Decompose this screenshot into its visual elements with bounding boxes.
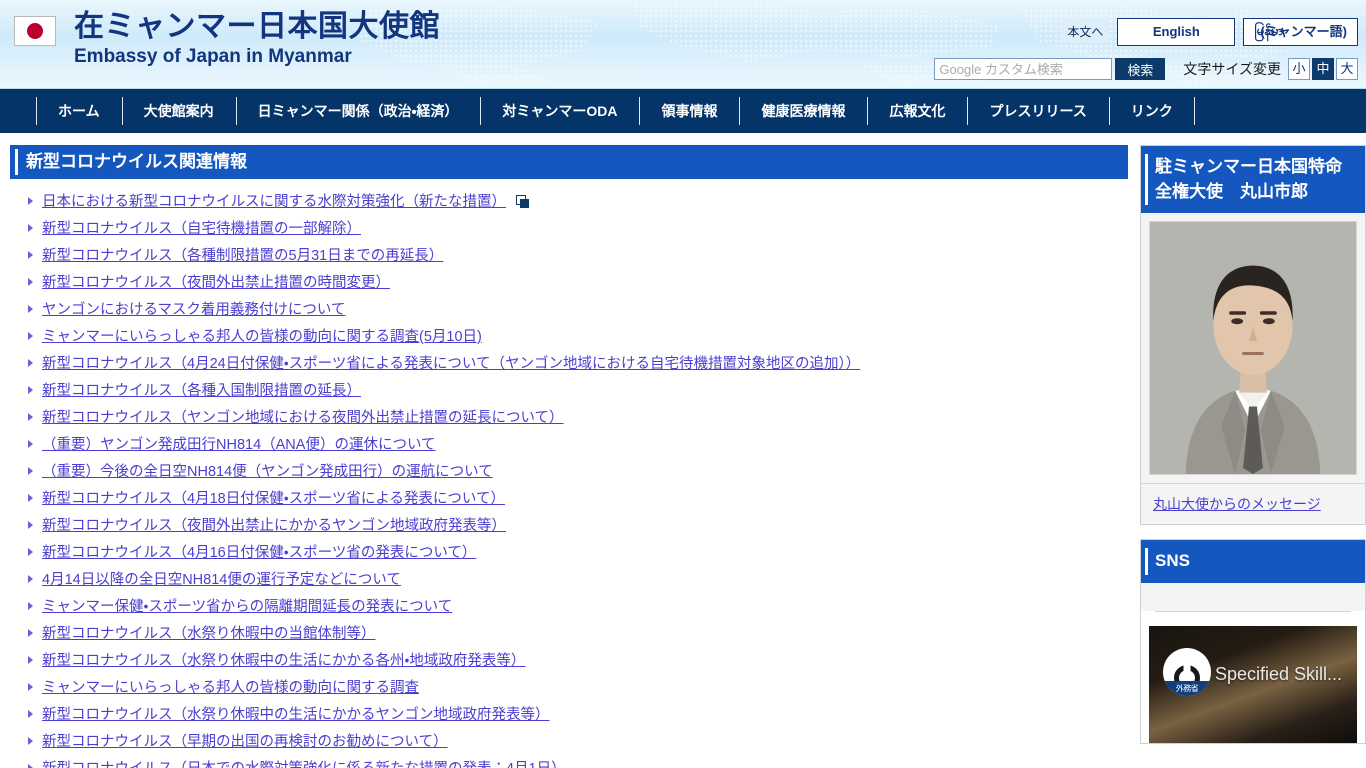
list-item: 日本における新型コロナウイルスに関する水際対策強化（新たな措置） (28, 193, 1128, 211)
main-content: 新型コロナウイルス関連情報 日本における新型コロナウイルスに関する水際対策強化（… (10, 145, 1128, 768)
header-utility-row-top: 本文へ English မြန်မာ (ミャンマー語) (1061, 18, 1358, 46)
list-item: 新型コロナウイルス（日本での水際対策強化に係る新たな措置の発表：4月1日） (28, 760, 1128, 768)
search-button[interactable]: 検索 (1115, 58, 1166, 80)
covid-link[interactable]: 新型コロナウイルス（各種制限措置の5月31日までの再延長） (42, 248, 443, 264)
sns-heading: SNS (1141, 540, 1365, 583)
nav-item-links[interactable]: リンク (1108, 89, 1195, 134)
japan-flag-icon (14, 16, 56, 46)
ambassador-message-link[interactable]: 丸山大使からのメッセージ (1153, 496, 1321, 512)
list-item: ミャンマーにいらっしゃる邦人の皆様の動向に関する調査(5月10日) (28, 328, 1128, 346)
ambassador-heading: 駐ミャンマー日本国特命全権大使 丸山市郎 (1141, 146, 1365, 214)
mofa-logo-icon: 外務省 (1163, 647, 1211, 696)
list-item: 新型コロナウイルス（夜間外出禁止にかかるヤンゴン地域政府発表等） (28, 517, 1128, 535)
ambassador-box: 駐ミャンマー日本国特命全権大使 丸山市郎 丸山大使からのメッセージ (1140, 145, 1366, 526)
covid-link[interactable]: 新型コロナウイルス（自宅待機措置の一部解除） (42, 221, 361, 237)
font-size-large-button[interactable]: 大 (1336, 58, 1358, 80)
nav-item-embassy-info[interactable]: 大使館案内 (121, 89, 236, 134)
list-item: 新型コロナウイルス（水祭り休暇中の生活にかかる各州・地域政府発表等） (28, 652, 1128, 670)
site-brand[interactable]: 在ミャンマー日本国大使館 Embassy of Japan in Myanmar (14, 10, 440, 68)
sns-body: 外務省 Specified Skill... (1141, 610, 1365, 743)
search-input[interactable] (934, 58, 1113, 80)
covid-link[interactable]: 新型コロナウイルス（各種入国制限措置の延長） (42, 383, 361, 399)
language-myanmar-button[interactable]: မြန်မာ (ミャンマー語) (1243, 18, 1358, 46)
covid-link[interactable]: ミャンマーにいらっしゃる邦人の皆様の動向に関する調査(5月10日) (42, 329, 482, 345)
list-item: ミャンマーにいらっしゃる邦人の皆様の動向に関する調査 (28, 679, 1128, 697)
font-size-small-button[interactable]: 小 (1288, 58, 1310, 80)
covid-link[interactable]: 新型コロナウイルス（4月16日付保健・スポーツ省の発表について） (42, 545, 476, 561)
page-title: 在ミャンマー日本国大使館 (74, 10, 440, 43)
covid-link[interactable]: ヤンゴンにおけるマスク着用義務付けについて (42, 302, 345, 318)
list-item: 新型コロナウイルス（水祭り休暇中の当館体制等） (28, 625, 1128, 643)
list-item: （重要）ヤンゴン発成田行NH814（ANA便）の運休について (28, 436, 1128, 454)
covid-link[interactable]: 新型コロナウイルス（4月24日付保健・スポーツ省による発表について（ヤンゴン地域… (42, 356, 860, 372)
covid-link[interactable]: 新型コロナウイルス（4月18日付保健・スポーツ省による発表について） (42, 491, 505, 507)
list-item: 新型コロナウイルス（自宅待機措置の一部解除） (28, 220, 1128, 238)
skip-to-content-link[interactable]: 本文へ (1061, 20, 1110, 44)
header-utility-row-bottom: 検索 文字サイズ変更 小 中 大 (934, 58, 1358, 80)
list-item: 4月14日以降の全日空NH814便の運行予定などについて (28, 571, 1128, 589)
external-link-icon (516, 195, 529, 208)
covid-link[interactable]: 新型コロナウイルス（早期の出国の再検討のお勧めについて） (42, 734, 448, 750)
list-item: 新型コロナウイルス（各種制限措置の5月31日までの再延長） (28, 247, 1128, 265)
font-size-label: 文字サイズ変更 (1183, 61, 1281, 77)
covid-link[interactable]: 新型コロナウイルス（水祭り休暇中の生活にかかるヤンゴン地域政府発表等） (42, 707, 550, 723)
myanmar-script-text: မြန်မာ (1254, 23, 1284, 38)
ambassador-message-row: 丸山大使からのメッセージ (1141, 483, 1365, 525)
list-item: （重要）今後の全日空NH814便（ヤンゴン発成田行）の運航について (28, 463, 1128, 481)
list-item: ヤンゴンにおけるマスク着用義務付けについて (28, 301, 1128, 319)
list-item: 新型コロナウイルス（4月24日付保健・スポーツ省による発表について（ヤンゴン地域… (28, 355, 1128, 373)
nav-item-home[interactable]: ホーム (36, 89, 122, 134)
covid-link[interactable]: 新型コロナウイルス（水祭り休暇中の当館体制等） (42, 626, 376, 642)
nav-item-press-release[interactable]: プレスリリース (967, 89, 1108, 134)
list-item: 新型コロナウイルス（4月18日付保健・スポーツ省による発表について） (28, 490, 1128, 508)
nav-item-japan-myanmar-relations[interactable]: 日ミャンマー関係（政治・経済） (235, 89, 481, 134)
list-item: 新型コロナウイルス（4月16日付保健・スポーツ省の発表について） (28, 544, 1128, 562)
covid-link[interactable]: 4月14日以降の全日空NH814便の運行予定などについて (42, 572, 401, 588)
covid-link[interactable]: 新型コロナウイルス（夜間外出禁止にかかるヤンゴン地域政府発表等） (42, 518, 506, 534)
video-caption: Specified Skill... (1215, 663, 1343, 684)
list-item: ミャンマー保健・スポーツ省からの隔離期間延長の発表について (28, 598, 1128, 616)
covid-link[interactable]: （重要）ヤンゴン発成田行NH814（ANA便）の運休について (42, 437, 436, 453)
covid-link[interactable]: 新型コロナウイルス（ヤンゴン地域における夜間外出禁止措置の延長について） (42, 410, 564, 426)
nav-item-health-medical-info[interactable]: 健康医療情報 (739, 89, 867, 134)
youtube-video-thumbnail[interactable]: 外務省 Specified Skill... (1149, 625, 1357, 743)
language-english-button[interactable]: English (1117, 18, 1236, 46)
covid-link[interactable]: 新型コロナウイルス（水祭り休暇中の生活にかかる各州・地域政府発表等） (42, 653, 525, 669)
sidebar: 駐ミャンマー日本国特命全権大使 丸山市郎 丸山大使からのメッセージ SNS 外務… (1140, 145, 1366, 768)
nav-item-oda[interactable]: 対ミャンマーODA (480, 89, 639, 134)
page-subtitle: Embassy of Japan in Myanmar (74, 45, 352, 67)
ambassador-portrait-image (1149, 221, 1357, 476)
ambassador-photo-wrap (1141, 213, 1365, 484)
page-body: 新型コロナウイルス関連情報 日本における新型コロナウイルスに関する水際対策強化（… (0, 133, 1366, 768)
covid-link[interactable]: （重要）今後の全日空NH814便（ヤンゴン発成田行）の運航について (42, 464, 493, 480)
list-item: 新型コロナウイルス（夜間外出禁止措置の時間変更） (28, 274, 1128, 292)
covid-link[interactable]: 新型コロナウイルス（日本での水際対策強化に係る新たな措置の発表：4月1日） (42, 761, 566, 768)
site-title-block: 在ミャンマー日本国大使館 Embassy of Japan in Myanmar (74, 10, 440, 68)
list-item: 新型コロナウイルス（各種入国制限措置の延長） (28, 382, 1128, 400)
site-header: 在ミャンマー日本国大使館 Embassy of Japan in Myanmar… (0, 0, 1366, 88)
covid-link-list: 日本における新型コロナウイルスに関する水際対策強化（新たな措置） 新型コロナウイル… (10, 179, 1128, 768)
covid-link[interactable]: 新型コロナウイルス（夜間外出禁止措置の時間変更） (42, 275, 390, 291)
list-item: 新型コロナウイルス（早期の出国の再検討のお勧めについて） (28, 733, 1128, 751)
sns-divider (1155, 610, 1351, 612)
nav-item-consular-info[interactable]: 領事情報 (639, 89, 739, 134)
list-item: 新型コロナウイルス（水祭り休暇中の生活にかかるヤンゴン地域政府発表等） (28, 706, 1128, 724)
covid-link[interactable]: ミャンマーにいらっしゃる邦人の皆様の動向に関する調査 (42, 680, 419, 696)
global-navigation: ホーム 大使館案内 日ミャンマー関係（政治・経済） 対ミャンマーODA 領事情報… (0, 88, 1366, 133)
nav-item-culture[interactable]: 広報文化 (867, 89, 967, 134)
font-size-medium-button[interactable]: 中 (1312, 58, 1334, 80)
mofa-logo-label: 外務省 (1163, 680, 1211, 696)
covid-link[interactable]: ミャンマー保健・スポーツ省からの隔離期間延長の発表について (42, 599, 452, 615)
covid-link[interactable]: 日本における新型コロナウイルスに関する水際対策強化（新たな措置） (42, 194, 506, 210)
sns-box: SNS 外務省 Specified Skill... (1140, 539, 1366, 744)
section-title-covid: 新型コロナウイルス関連情報 (10, 145, 1128, 179)
list-item: 新型コロナウイルス（ヤンゴン地域における夜間外出禁止措置の延長について） (28, 409, 1128, 427)
